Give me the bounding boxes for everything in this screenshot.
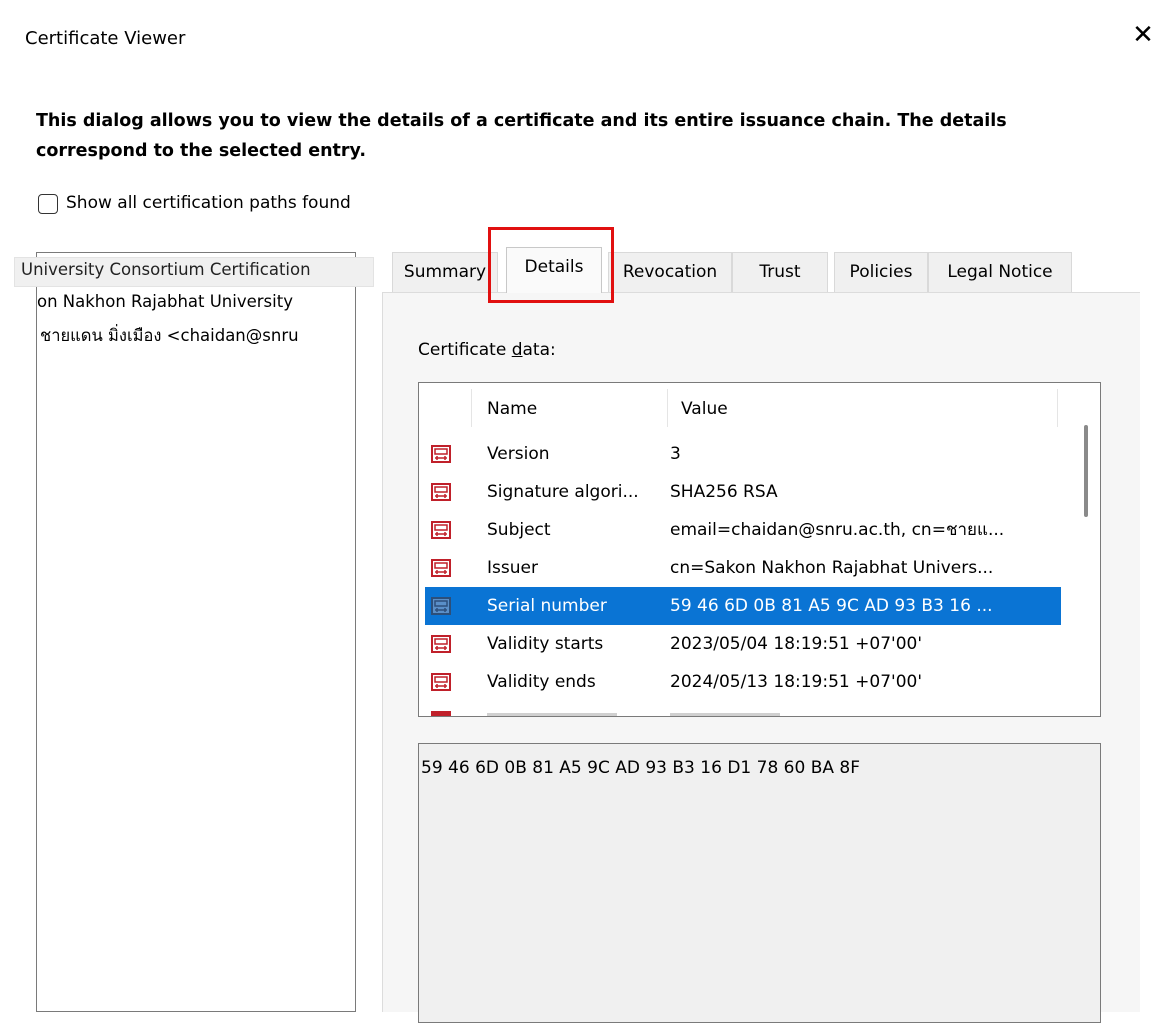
list-scrollbar[interactable] bbox=[1075, 387, 1097, 712]
close-icon[interactable]: ✕ bbox=[1130, 20, 1156, 50]
row-value-clipped bbox=[670, 713, 780, 716]
chain-item-leaf[interactable]: ชายแดน มิ่งเมือง <chaidan@snru bbox=[40, 323, 355, 349]
data-row-serial-number[interactable]: Serial number 59 46 6D 0B 81 A5 9C AD 93… bbox=[425, 587, 1061, 625]
data-row-partial[interactable] bbox=[425, 709, 1061, 716]
selected-value-box[interactable]: 59 46 6D 0B 81 A5 9C AD 93 B3 16 D1 78 6… bbox=[418, 743, 1101, 1023]
row-name: Issuer bbox=[487, 558, 538, 578]
column-header-value[interactable]: Value bbox=[681, 383, 728, 435]
selected-value-text: 59 46 6D 0B 81 A5 9C AD 93 B3 16 D1 78 6… bbox=[421, 758, 860, 778]
chain-item-intermediate[interactable]: on Nakhon Rajabhat University bbox=[37, 292, 355, 311]
row-value: 2023/05/04 18:19:51 +07'00' bbox=[670, 634, 922, 654]
certificate-icon bbox=[431, 597, 451, 615]
row-value: 3 bbox=[670, 444, 681, 464]
scrollbar-thumb[interactable] bbox=[1084, 425, 1088, 517]
certificate-icon bbox=[431, 521, 451, 539]
tab-summary[interactable]: Summary bbox=[392, 252, 498, 292]
row-value: 2024/05/13 18:19:51 +07'00' bbox=[670, 672, 922, 692]
window-title: Certificate Viewer bbox=[25, 28, 186, 49]
certificate-icon bbox=[431, 635, 451, 653]
data-row-version[interactable]: Version 3 bbox=[425, 435, 1061, 473]
row-name: Subject bbox=[487, 520, 551, 540]
row-name: Validity ends bbox=[487, 672, 596, 692]
data-row-validity-starts[interactable]: Validity starts 2023/05/04 18:19:51 +07'… bbox=[425, 625, 1061, 663]
certificate-icon bbox=[431, 483, 451, 501]
column-header-name[interactable]: Name bbox=[487, 383, 537, 435]
row-value: 59 46 6D 0B 81 A5 9C AD 93 B3 16 ... bbox=[670, 596, 993, 616]
row-name: Serial number bbox=[487, 596, 607, 616]
row-value: SHA256 RSA bbox=[670, 482, 778, 502]
data-row-subject[interactable]: Subject email=chaidan@snru.ac.th, cn=ชาย… bbox=[425, 511, 1061, 549]
tab-trust[interactable]: Trust bbox=[732, 252, 828, 292]
data-row-validity-ends[interactable]: Validity ends 2024/05/13 18:19:51 +07'00… bbox=[425, 663, 1061, 701]
certificate-icon bbox=[431, 445, 451, 463]
certificate-chain-tree[interactable] bbox=[36, 252, 356, 1012]
certificate-icon bbox=[431, 711, 451, 716]
certificate-data-label: Certificate data: bbox=[418, 340, 556, 360]
certificate-data-list[interactable]: Name Value Version 3 Signature algori...… bbox=[418, 382, 1101, 717]
chain-item-root[interactable]: University Consortium Certification bbox=[14, 257, 374, 287]
dialog-description: This dialog allows you to view the detai… bbox=[36, 111, 1007, 161]
row-name: Signature algori... bbox=[487, 482, 639, 502]
row-value: cn=Sakon Nakhon Rajabhat Univers... bbox=[670, 558, 994, 578]
certificate-icon bbox=[431, 559, 451, 577]
show-all-paths-checkbox[interactable] bbox=[38, 194, 58, 214]
row-name: Version bbox=[487, 444, 550, 464]
tab-policies[interactable]: Policies bbox=[834, 252, 928, 292]
show-all-paths-label[interactable]: Show all certification paths found bbox=[66, 193, 351, 213]
row-value: email=chaidan@snru.ac.th, cn=ชายแ... bbox=[670, 520, 1005, 540]
tab-revocation[interactable]: Revocation bbox=[608, 252, 732, 292]
row-name: Validity starts bbox=[487, 634, 604, 654]
highlight-box bbox=[488, 227, 614, 303]
tab-legal-notice[interactable]: Legal Notice bbox=[928, 252, 1072, 292]
certificate-icon bbox=[431, 673, 451, 691]
data-row-signature-algorithm[interactable]: Signature algori... SHA256 RSA bbox=[425, 473, 1061, 511]
data-row-issuer[interactable]: Issuer cn=Sakon Nakhon Rajabhat Univers.… bbox=[425, 549, 1061, 587]
row-name-clipped bbox=[487, 713, 617, 716]
